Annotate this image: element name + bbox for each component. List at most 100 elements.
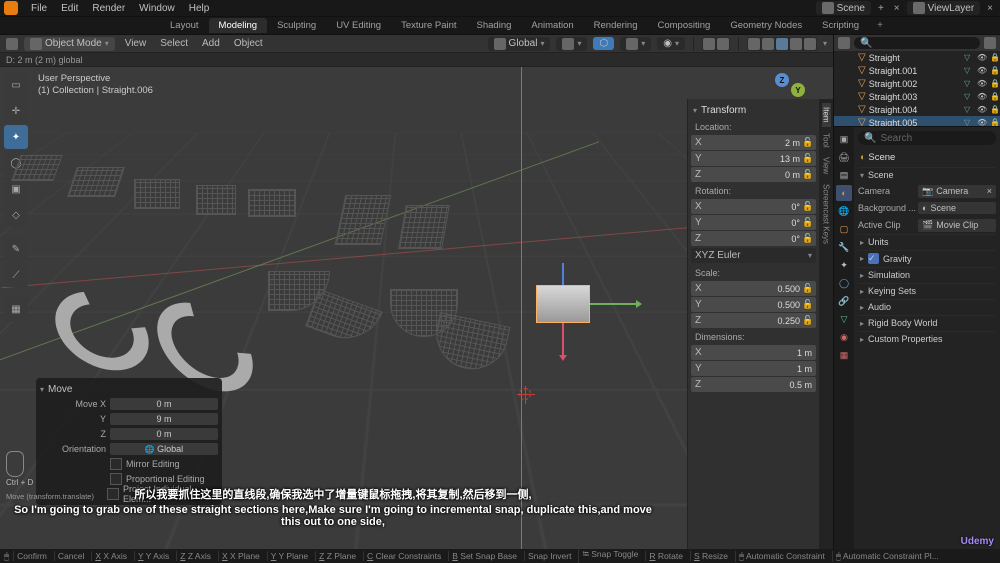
selected-object[interactable] (536, 285, 590, 323)
matprev-shading-icon[interactable] (790, 38, 802, 50)
viewlayer-tab-icon[interactable]: ▤ (836, 167, 852, 183)
camera-field[interactable]: 📷Camera× (918, 185, 996, 198)
menu-select[interactable]: Select (156, 38, 192, 49)
snap-dropdown[interactable]: ▾ (620, 37, 651, 51)
lock-icon[interactable]: 🔓 (802, 283, 812, 294)
n-tab-tool[interactable]: Tool (822, 129, 831, 152)
outliner-search[interactable]: 🔍 (854, 37, 980, 49)
move-gizmo-y[interactable] (562, 263, 564, 285)
move-gizmo-z[interactable] (562, 323, 564, 359)
mesh-object[interactable] (67, 167, 125, 197)
active-clip-field[interactable]: 🎬Movie Clip (918, 219, 996, 232)
transform-panel-header[interactable]: ▾Transform (691, 103, 816, 118)
constraints-tab-icon[interactable]: 🔗 (836, 293, 852, 309)
object-tab-icon[interactable]: ▢ (836, 221, 852, 237)
tab-texture-paint[interactable]: Texture Paint (391, 18, 466, 33)
menu-file[interactable]: File (24, 3, 54, 14)
physics-tab-icon[interactable]: ◯ (836, 275, 852, 291)
custom-props-section[interactable]: ▸Custom Properties (858, 331, 996, 346)
move-y-field[interactable]: 9 m (110, 413, 218, 425)
particles-tab-icon[interactable]: ✦ (836, 257, 852, 273)
gizmo-toggles[interactable] (702, 37, 730, 51)
menu-object[interactable]: Object (230, 38, 267, 49)
properties-search[interactable]: 🔍Search (858, 131, 996, 145)
outliner-tree[interactable]: ▽Straight▽👁🔒 ▽Straight.001▽👁🔒 ▽Straight.… (834, 51, 1000, 126)
keying-section[interactable]: ▸Keying Sets (858, 283, 996, 298)
scale-y-field[interactable]: Y0.500🔓 (691, 297, 816, 312)
menu-window[interactable]: Window (132, 3, 182, 14)
overlay-icon[interactable] (717, 38, 729, 50)
tab-shading[interactable]: Shading (467, 18, 522, 33)
gravity-section[interactable]: ▸✓Gravity (858, 250, 996, 266)
lock-icon[interactable]: 🔓 (802, 299, 812, 310)
modifiers-tab-icon[interactable]: 🔧 (836, 239, 852, 255)
move-tool[interactable]: ✦ (4, 125, 28, 149)
scene-section[interactable]: ▾Scene (858, 167, 996, 182)
background-scene-field[interactable]: ◐Scene (918, 202, 996, 214)
n-tab-screencast[interactable]: Screencast Keys (822, 180, 831, 248)
axis-y-icon[interactable]: Y (791, 83, 805, 97)
tab-modeling[interactable]: Modeling (209, 18, 268, 33)
tab-animation[interactable]: Animation (521, 18, 583, 33)
rotation-mode-dropdown[interactable]: XYZ Euler▾ (691, 248, 816, 263)
tab-scripting[interactable]: Scripting (812, 18, 869, 33)
dimension-x-field[interactable]: X1 m (691, 345, 816, 360)
texture-tab-icon[interactable]: ▦ (836, 347, 852, 363)
lock-icon[interactable]: 🔓 (802, 233, 812, 244)
lock-icon[interactable]: 🔓 (802, 137, 812, 148)
menu-edit[interactable]: Edit (54, 3, 85, 14)
lock-icon[interactable]: 🔓 (802, 153, 812, 164)
measure-tool[interactable]: ⟋ (4, 263, 28, 287)
menu-view[interactable]: View (121, 38, 151, 49)
snap-toggle[interactable]: ⬡ (593, 37, 614, 50)
simulation-section[interactable]: ▸Simulation (858, 267, 996, 282)
shading-modes[interactable] (747, 37, 817, 51)
axis-z-icon[interactable]: Z (775, 73, 789, 87)
scale-z-field[interactable]: Z0.250🔓 (691, 313, 816, 328)
lock-icon[interactable]: 🔓 (802, 217, 812, 228)
proportional-checkbox[interactable] (110, 473, 122, 485)
solid-shading-icon[interactable] (776, 38, 788, 50)
move-x-field[interactable]: 0 m (110, 398, 218, 410)
material-tab-icon[interactable]: ◉ (836, 329, 852, 345)
transform-tool[interactable]: ◇ (4, 203, 28, 227)
operator-panel-title[interactable]: Move (48, 384, 72, 395)
gravity-checkbox[interactable]: ✓ (868, 253, 879, 264)
scene-new-button[interactable]: + (875, 3, 887, 14)
scene-delete-button[interactable]: × (891, 3, 903, 14)
render-tab-icon[interactable]: ▣ (836, 131, 852, 147)
shading-options-dropdown[interactable]: ▾ (823, 39, 827, 48)
mesh-object[interactable] (134, 179, 180, 209)
rotation-z-field[interactable]: Z0°🔓 (691, 231, 816, 246)
location-y-field[interactable]: Y13 m🔓 (691, 151, 816, 166)
rotation-y-field[interactable]: Y0°🔓 (691, 215, 816, 230)
wireframe-shading-icon[interactable] (762, 38, 774, 50)
3d-viewport[interactable]: User Perspective (1) Collection | Straig… (0, 67, 833, 549)
rigidbody-section[interactable]: ▸Rigid Body World (858, 315, 996, 330)
units-section[interactable]: ▸Units (858, 234, 996, 249)
scene-selector[interactable]: Scene (816, 1, 871, 15)
scene-tab-icon[interactable]: ◐ (836, 185, 852, 201)
add-workspace-button[interactable]: + (869, 20, 891, 31)
dimension-y-field[interactable]: Y1 m (691, 361, 816, 376)
outliner-editor-icon[interactable] (838, 37, 850, 49)
viewlayer-selector[interactable]: ViewLayer (907, 1, 981, 15)
gizmo-icon[interactable] (703, 38, 715, 50)
world-tab-icon[interactable]: 🌐 (836, 203, 852, 219)
n-tab-view[interactable]: View (822, 153, 831, 178)
pivot-dropdown[interactable]: ▾ (556, 37, 587, 51)
tab-sculpting[interactable]: Sculpting (267, 18, 326, 33)
tab-geometry-nodes[interactable]: Geometry Nodes (720, 18, 812, 33)
lock-icon[interactable]: 🔓 (802, 315, 812, 326)
mode-dropdown[interactable]: Object Mode ▾ (24, 37, 115, 51)
scale-x-field[interactable]: X0.500🔓 (691, 281, 816, 296)
annotate-tool[interactable]: ✎ (4, 237, 28, 261)
filter-icon[interactable] (984, 37, 996, 49)
xray-icon[interactable] (748, 38, 760, 50)
move-gizmo-x[interactable] (590, 303, 640, 305)
menu-render[interactable]: Render (85, 3, 132, 14)
menu-add[interactable]: Add (198, 38, 224, 49)
tab-compositing[interactable]: Compositing (648, 18, 721, 33)
mesh-object[interactable] (248, 189, 296, 217)
tab-layout[interactable]: Layout (160, 18, 209, 33)
